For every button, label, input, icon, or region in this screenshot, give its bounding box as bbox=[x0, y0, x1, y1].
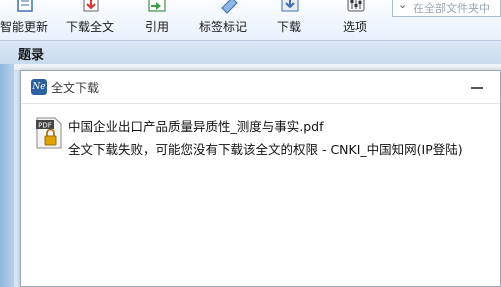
section-title: 题录 bbox=[18, 48, 45, 63]
download-status: 全文下载失败，可能您没有下载该全文的权限 - CNKI_中国知网(IP登陆) bbox=[68, 142, 463, 157]
file-name: 中国企业出口产品质量异质性_测度与事实.pdf bbox=[68, 119, 324, 134]
download-fulltext-button[interactable]: 下载全文 bbox=[66, 0, 116, 40]
download-item[interactable]: PDF 中国企业出口产品质量异质性_测度与事实.pdf 全文下载失败，可能您没有… bbox=[21, 111, 500, 161]
download-icon bbox=[281, 0, 299, 12]
minimize-button[interactable] bbox=[468, 77, 486, 95]
smart-update-button[interactable]: 智能更新 bbox=[0, 0, 49, 40]
download-dialog: Ne 全文下载 PDF 中国企业出口产品质量异质性_测度与事实.pdf 全文下载… bbox=[20, 70, 501, 287]
cite-icon bbox=[148, 0, 166, 12]
download-fulltext-icon bbox=[83, 0, 99, 12]
tag-mark-button[interactable]: 标签标记 bbox=[198, 0, 248, 40]
tag-mark-label: 标签标记 bbox=[199, 20, 248, 34]
search-placeholder: 在全部文件夹中 bbox=[413, 2, 490, 15]
pdf-lock-icon: PDF bbox=[36, 117, 62, 149]
tag-mark-icon bbox=[221, 0, 238, 14]
toolbar: 智能更新 下载全文 引用 标签标记 下载 选项 ⌄ 在全部文件夹中 bbox=[0, 0, 501, 41]
options-button[interactable]: 选项 bbox=[342, 0, 370, 40]
dialog-title: 全文下载 bbox=[51, 81, 100, 95]
options-icon bbox=[347, 0, 365, 12]
options-label: 选项 bbox=[343, 20, 368, 34]
left-panel-edge bbox=[0, 64, 14, 287]
cite-label: 引用 bbox=[145, 20, 170, 34]
search-input[interactable]: ⌄ 在全部文件夹中 bbox=[392, 0, 501, 17]
download-label: 下载 bbox=[277, 20, 302, 34]
smart-update-label: 智能更新 bbox=[0, 20, 49, 34]
chevron-down-icon[interactable]: ⌄ bbox=[398, 0, 407, 11]
app-logo-icon: Ne bbox=[31, 79, 47, 95]
pdf-badge: PDF bbox=[38, 122, 52, 130]
cite-button[interactable]: 引用 bbox=[143, 0, 171, 40]
smart-update-icon bbox=[17, 0, 33, 12]
download-button[interactable]: 下载 bbox=[276, 0, 304, 40]
download-fulltext-label: 下载全文 bbox=[66, 20, 115, 34]
section-header: 题录 bbox=[0, 41, 501, 65]
dialog-titlebar[interactable]: Ne 全文下载 bbox=[21, 71, 500, 104]
